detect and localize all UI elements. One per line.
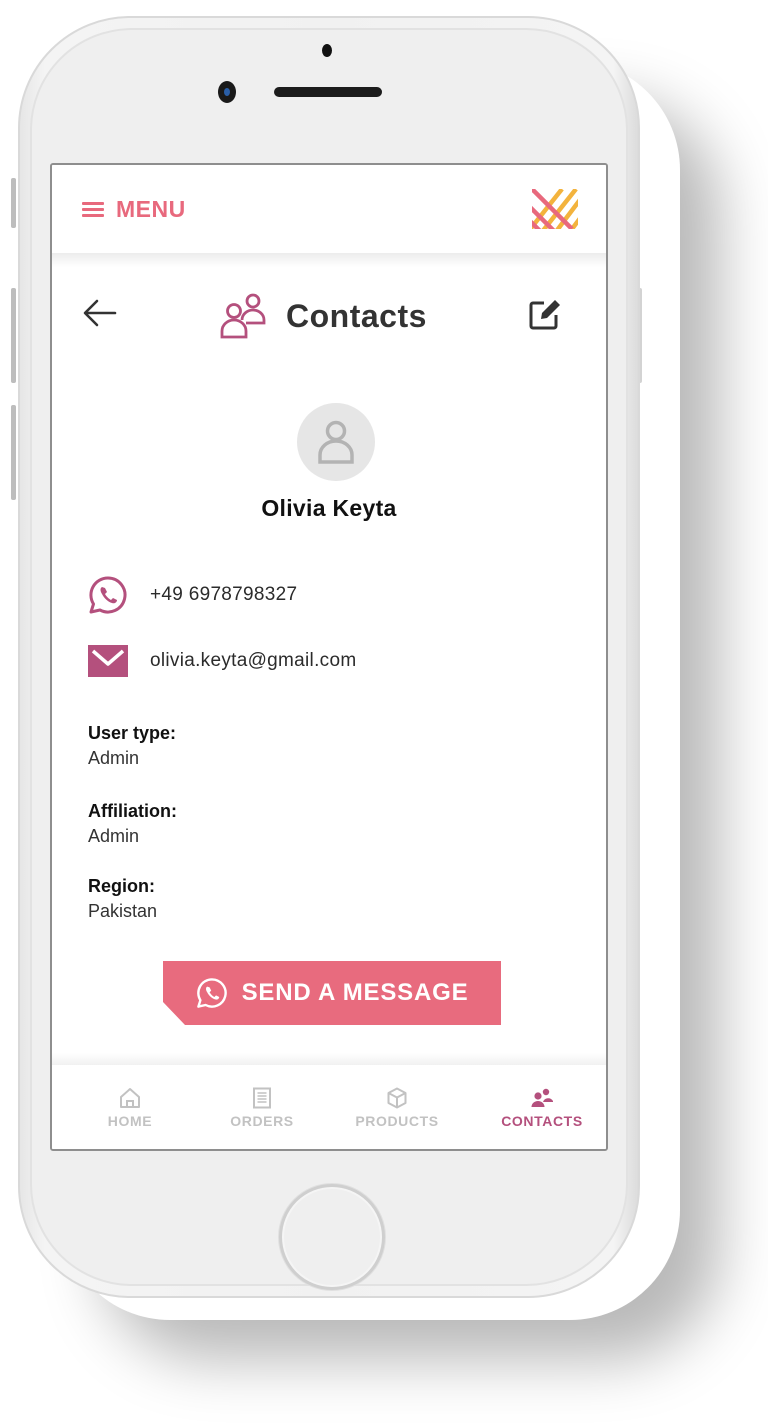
nav-item-home[interactable]: HOME	[52, 1065, 208, 1149]
phone-number[interactable]: +49 6978798327	[150, 584, 297, 606]
users-filled-icon	[531, 1088, 553, 1107]
field-user-type: User type: Admin	[88, 721, 176, 771]
envelope-icon	[88, 641, 128, 681]
field-label: Region:	[88, 876, 155, 896]
send-message-label: SEND A MESSAGE	[241, 979, 469, 1006]
brand-logo-icon[interactable]	[532, 189, 578, 229]
box-icon	[387, 1087, 407, 1109]
volume-up-button	[11, 288, 16, 383]
nav-label: ORDERS	[230, 1113, 294, 1129]
email-row[interactable]: olivia.keyta@gmail.com	[88, 641, 356, 681]
back-arrow-icon[interactable]	[82, 297, 118, 329]
title-group: Contacts	[220, 293, 427, 339]
nav-label: CONTACTS	[501, 1113, 583, 1129]
field-label: Affiliation:	[88, 801, 177, 821]
send-message-button[interactable]: SEND A MESSAGE	[163, 961, 501, 1025]
edit-icon[interactable]	[528, 297, 562, 331]
contact-name: Olivia Keyta	[261, 495, 397, 521]
email-address[interactable]: olivia.keyta@gmail.com	[150, 650, 356, 672]
nav-item-orders[interactable]: ORDERS	[208, 1065, 316, 1149]
user-placeholder-icon	[318, 420, 354, 464]
avatar	[297, 403, 375, 481]
phone-row[interactable]: +49 6978798327	[88, 575, 297, 615]
whatsapp-icon	[88, 575, 128, 615]
bottom-nav-divider	[52, 1053, 606, 1065]
field-value: Admin	[88, 826, 140, 846]
top-bar-divider	[52, 253, 606, 267]
home-hardware-button[interactable]	[279, 1184, 385, 1290]
users-icon	[220, 293, 266, 339]
page-header: Contacts	[52, 285, 606, 355]
front-camera	[218, 81, 236, 103]
field-label: User type:	[88, 723, 177, 743]
whatsapp-icon	[196, 978, 227, 1008]
earpiece-speaker	[274, 87, 382, 97]
volume-down-button	[11, 405, 16, 500]
nav-item-products[interactable]: PRODUCTS	[316, 1065, 478, 1149]
nav-label: HOME	[107, 1113, 153, 1129]
field-region: Region: Pakistan	[88, 874, 157, 924]
field-value: Pakistan	[88, 901, 158, 921]
field-value: Admin	[88, 748, 140, 768]
nav-label: PRODUCTS	[355, 1113, 439, 1129]
app-screen: MENU Contacts Olivia Keyta +49 697879832…	[50, 163, 608, 1151]
home-icon	[120, 1088, 140, 1108]
document-icon	[253, 1087, 271, 1109]
menu-button[interactable]: MENU	[82, 196, 186, 223]
hamburger-icon	[82, 202, 104, 217]
nav-item-contacts[interactable]: CONTACTS	[478, 1065, 606, 1149]
field-affiliation: Affiliation: Admin	[88, 799, 177, 849]
page-title: Contacts	[286, 297, 427, 334]
bottom-nav: HOME ORDERS PRODUCTS CONTACTS	[52, 1065, 606, 1149]
menu-label: MENU	[116, 195, 186, 222]
top-bar: MENU	[52, 165, 606, 253]
proximity-sensor	[322, 44, 332, 57]
mute-switch	[11, 178, 16, 228]
